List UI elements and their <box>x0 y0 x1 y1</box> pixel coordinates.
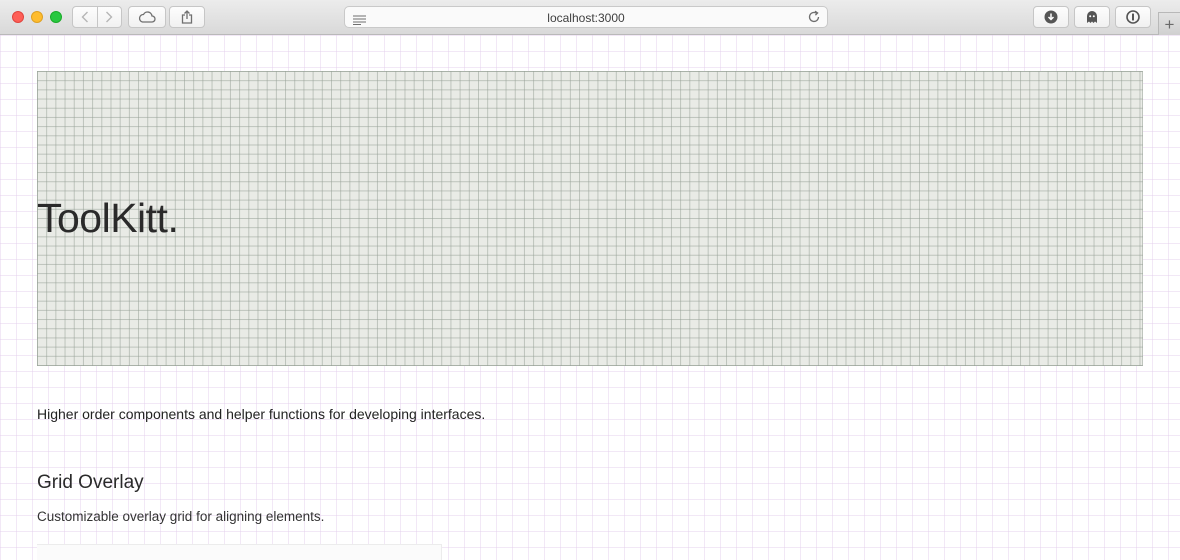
reload-icon <box>808 10 820 23</box>
download-icon <box>1044 10 1058 24</box>
new-tab-button[interactable]: + <box>1158 12 1180 35</box>
close-window-button[interactable] <box>12 11 24 23</box>
section-heading: Grid Overlay <box>37 472 144 493</box>
url-text: localhost:3000 <box>547 11 625 25</box>
ghostery-extension-button[interactable] <box>1074 6 1110 28</box>
share-button[interactable] <box>169 6 205 28</box>
forward-button[interactable] <box>97 6 122 28</box>
history-navigation <box>72 6 122 28</box>
minimize-window-button[interactable] <box>31 11 43 23</box>
page-viewport: ToolKitt. Higher order components and he… <box>0 35 1180 560</box>
hero-grid-banner: ToolKitt. <box>37 71 1143 366</box>
forward-icon <box>106 11 113 23</box>
back-button[interactable] <box>72 6 98 28</box>
section-description: Customizable overlay grid for aligning e… <box>37 509 325 524</box>
password-manager-button[interactable] <box>1115 6 1151 28</box>
browser-toolbar: localhost:3000 + <box>0 0 1180 35</box>
info-icon <box>1126 10 1140 24</box>
code-example-block <box>37 544 442 560</box>
address-bar[interactable]: localhost:3000 <box>344 6 828 28</box>
back-icon <box>81 11 88 23</box>
icloud-tabs-button[interactable] <box>128 6 166 28</box>
share-icon <box>181 10 193 24</box>
reload-button[interactable] <box>807 10 821 29</box>
cloud-icon <box>138 11 156 23</box>
hero-title: ToolKitt. <box>37 195 179 241</box>
tagline: Higher order components and helper funct… <box>37 406 486 422</box>
zoom-window-button[interactable] <box>50 11 62 23</box>
ghostery-icon <box>1087 11 1097 23</box>
downloads-button[interactable] <box>1033 6 1069 28</box>
